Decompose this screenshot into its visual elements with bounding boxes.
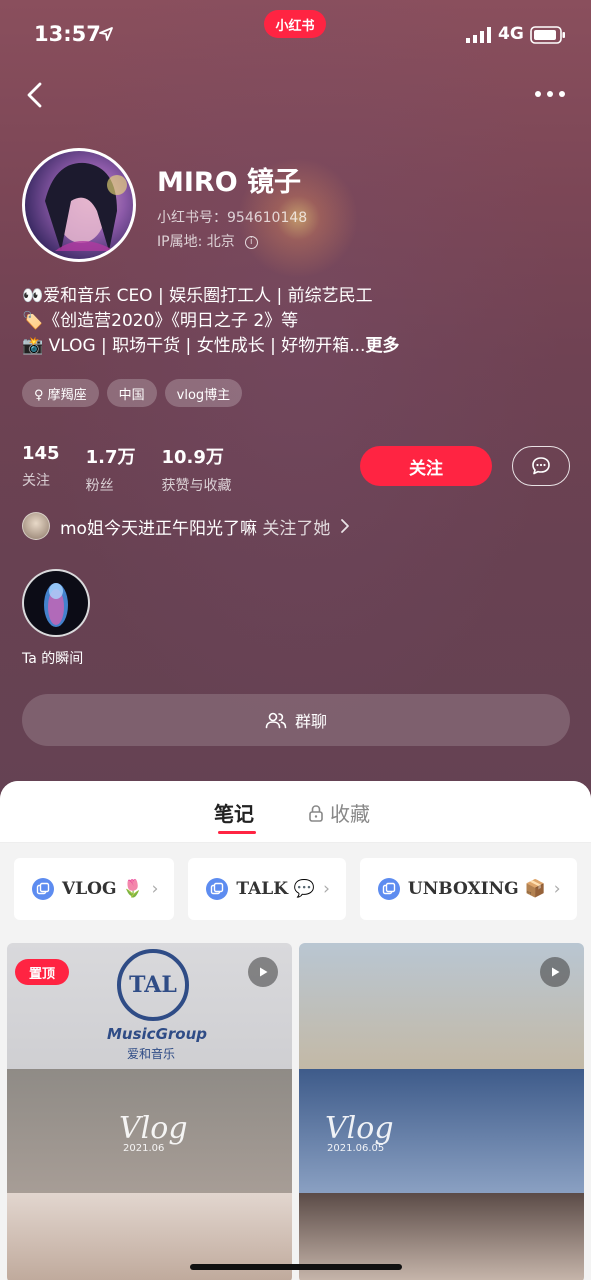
home-indicator[interactable] [190, 1264, 402, 1270]
collection-talk[interactable]: TALK 💬 › [188, 858, 346, 920]
moment-thumbnail[interactable] [22, 569, 90, 637]
group-chat-button[interactable]: 群聊 [22, 694, 570, 746]
red-id[interactable]: 小红书号：954610148 [157, 207, 307, 227]
chevron-right-icon: › [553, 879, 561, 899]
more-options-icon[interactable] [532, 86, 568, 102]
music-group-logo: TAL [117, 949, 189, 1021]
bio-line: 👀爱和音乐 CEO | 娱乐圈打工人 | 前综艺民工 [22, 286, 373, 306]
stat-label: 获赞与收藏 [161, 478, 232, 494]
collection-icon [32, 878, 54, 900]
follow-button[interactable]: 关注 [360, 446, 492, 486]
bio-line-text: 📸 VLOG | 职场干货 | 女性成长 | 好物开箱... [22, 336, 366, 356]
location-arrow-icon [99, 27, 113, 41]
profile-bio: 👀爱和音乐 CEO | 娱乐圈打工人 | 前综艺民工 🏷️《创造营2020》《明… [22, 284, 572, 359]
ip-location-text: IP属地: 北京 [157, 234, 235, 250]
battery-icon [530, 26, 565, 44]
stat-followers[interactable]: 1.7万 粉丝 [86, 443, 136, 495]
pinned-badge: 置顶 [15, 959, 69, 985]
status-time: 13:57 [34, 22, 101, 46]
bio-line: 📸 VLOG | 职场干货 | 女性成长 | 好物开箱...更多 [22, 334, 572, 359]
group-users-icon [265, 712, 287, 729]
mutual-suffix: 关注了她 [262, 518, 331, 539]
profile-avatar[interactable] [22, 148, 136, 262]
vlog-overlay-date: 2021.06 [123, 1143, 165, 1154]
chevron-right-icon [341, 519, 350, 533]
collection-vlog[interactable]: VLOG 🌷 › [14, 858, 175, 920]
avatar-illustration-icon [45, 162, 127, 251]
logo-text: MusicGroup [107, 1025, 207, 1043]
tab-notes[interactable]: 笔记 [214, 798, 254, 827]
vlog-overlay-text: Vlog [119, 1111, 188, 1146]
status-bar: 13:57 小红书 4G [0, 0, 591, 70]
signal-icon [466, 27, 491, 43]
vlog-overlay-date: 2021.06.05 [327, 1143, 385, 1154]
ip-location: IP属地: 北京 i [157, 231, 258, 251]
tag-region: 中国 [106, 379, 157, 407]
collection-icon [377, 878, 400, 900]
tab-bar: 笔记 收藏 [0, 781, 591, 843]
collection-icon [206, 878, 229, 900]
collection-label: TALK 💬 [236, 879, 316, 899]
note-card[interactable]: Vlog 2021.06.05 [299, 943, 584, 1280]
moment-label: Ta 的瞬间 [22, 651, 84, 667]
network-type: 4G [498, 24, 524, 44]
collection-label: UNBOXING 📦 [407, 879, 546, 899]
stat-value: 1.7万 [85, 447, 136, 468]
stat-label: 粉丝 [85, 478, 114, 494]
collection-label: VLOG 🌷 [62, 879, 144, 899]
tag-zodiac: ♀ 摩羯座 [22, 379, 99, 407]
note-card[interactable]: TAL MusicGroup 爱和音乐 Vlog 2021.06 置顶 [7, 943, 292, 1280]
stat-value: 10.9万 [161, 447, 224, 468]
back-arrow-icon[interactable] [22, 80, 50, 110]
stat-likes-collects[interactable]: 10.9万 获赞与收藏 [161, 443, 231, 495]
message-button[interactable] [512, 446, 570, 486]
stat-label: 关注 [22, 473, 50, 489]
mutual-avatar [22, 512, 50, 540]
vlog-overlay-text: Vlog [325, 1111, 394, 1146]
info-icon[interactable]: i [244, 235, 258, 249]
app-logo-badge: 小红书 [264, 10, 326, 38]
bio-line: 🏷️《创造营2020》《明日之子 2》等 [22, 311, 299, 331]
mutual-text: mo姐今天进正午阳光了嘛 关注了她 [60, 514, 330, 539]
chevron-right-icon: › [323, 879, 330, 899]
profile-stats: 145 关注 1.7万 粉丝 10.9万 获赞与收藏 [22, 443, 231, 495]
chat-bubble-icon [532, 457, 550, 475]
stat-following[interactable]: 145 关注 [22, 443, 60, 495]
bio-more-link[interactable]: 更多 [365, 336, 399, 356]
logo-chinese-text: 爱和音乐 [127, 1047, 176, 1061]
mutual-follow-row[interactable]: mo姐今天进正午阳光了嘛 关注了她 [22, 512, 350, 540]
play-icon [248, 957, 278, 987]
stat-value: 145 [22, 443, 60, 464]
active-tab-indicator [218, 831, 256, 834]
tab-collections[interactable]: 收藏 [308, 798, 370, 827]
profile-tags: ♀ 摩羯座 中国 vlog博主 [22, 379, 243, 407]
mutual-name: mo姐今天进正午阳光了嘛 [60, 518, 257, 539]
notes-sheet: 笔记 收藏 VLOG 🌷 › TALK 💬 › UNBOXING 📦 › TAL… [0, 781, 591, 1280]
profile-name: MIRO 镜子 [157, 167, 302, 198]
play-icon [540, 957, 570, 987]
collection-unboxing[interactable]: UNBOXING 📦 › [359, 858, 577, 920]
lock-icon [309, 804, 323, 822]
chevron-right-icon: › [151, 879, 159, 899]
tag-category: vlog博主 [164, 379, 243, 407]
moment-figure-icon [44, 583, 68, 627]
group-chat-label: 群聊 [294, 712, 327, 731]
tab-collections-label: 收藏 [330, 802, 370, 826]
collection-chips: VLOG 🌷 › TALK 💬 › UNBOXING 📦 › [14, 858, 577, 920]
